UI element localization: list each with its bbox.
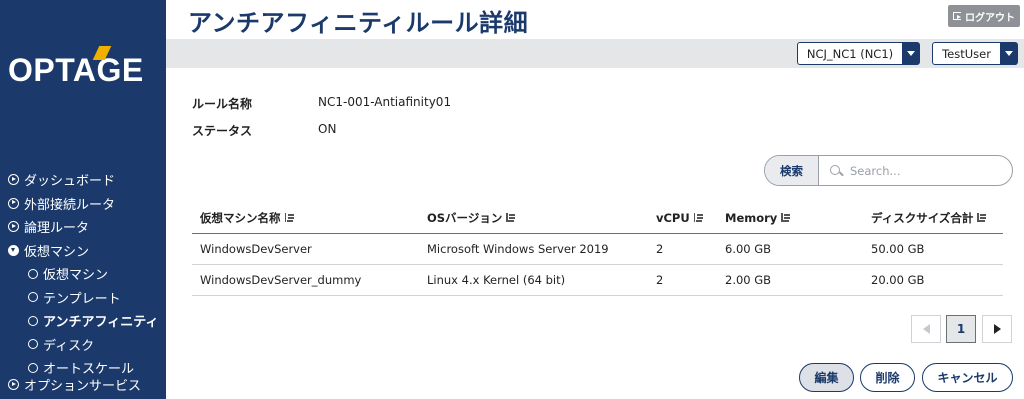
sidebar-subitem-disk[interactable]: ディスク	[8, 333, 166, 357]
table-header-row: 仮想マシン名称 OSバージョン vCPU Memory ディスクサイズ合計	[192, 202, 1003, 234]
sidebar-item-external-router[interactable]: 外部接続ルータ	[8, 192, 166, 216]
search-button[interactable]: 検索	[765, 156, 819, 185]
logout-button[interactable]: ログアウト	[948, 5, 1020, 27]
vm-table: 仮想マシン名称 OSバージョン vCPU Memory ディスクサイズ合計 Wi…	[192, 202, 1003, 296]
sidebar-item-label: 仮想マシン	[43, 268, 109, 284]
status-value: ON	[318, 122, 337, 136]
sort-icon[interactable]	[506, 213, 516, 222]
table-row[interactable]: WindowsDevServer_dummy Linux 4.x Kernel …	[192, 265, 1003, 296]
circle-bullet-icon	[28, 339, 38, 350]
sidebar: OPTAGE ダッシュボード 外部接続ルータ 論理ルータ 仮想マシン 仮想マシン…	[0, 0, 166, 399]
column-header-label: vCPU	[656, 210, 690, 225]
pagination-prev-button[interactable]	[911, 315, 941, 343]
rule-name-label: ルール名称	[192, 97, 253, 111]
column-header-label: Memory	[725, 210, 778, 225]
table-row[interactable]: WindowsDevServer Microsoft Windows Serve…	[192, 234, 1003, 265]
tenant-select-value: NCJ_NC1 (NC1)	[806, 46, 894, 61]
sidebar-item-label: 外部接続ルータ	[24, 197, 116, 213]
circle-bullet-icon	[28, 292, 38, 303]
cell-vcpu: 2	[656, 273, 664, 287]
circle-bullet-icon	[28, 315, 38, 326]
circle-arrow-icon	[8, 221, 19, 233]
top-toolbar: NCJ_NC1 (NC1) TestUser	[166, 39, 1024, 68]
column-header-os-version[interactable]: OSバージョン	[419, 210, 648, 226]
tenant-select[interactable]: NCJ_NC1 (NC1)	[797, 42, 920, 65]
sidebar-item-logical-router[interactable]: 論理ルータ	[8, 215, 166, 239]
column-header-disk-total[interactable]: ディスクサイズ合計	[863, 210, 1003, 226]
column-header-memory[interactable]: Memory	[717, 211, 863, 225]
sidebar-item-virtual-machine[interactable]: 仮想マシン	[8, 239, 166, 263]
column-header-label: 仮想マシン名称	[200, 210, 281, 225]
sidebar-item-label: 論理ルータ	[24, 221, 90, 237]
cell-os-version: Linux 4.x Kernel (64 bit)	[427, 273, 566, 287]
circle-bullet-icon	[28, 268, 38, 279]
cell-vm-name: WindowsDevServer	[200, 242, 312, 256]
circle-arrow-icon	[8, 379, 19, 391]
sidebar-item-label: ディスク	[43, 338, 95, 354]
pagination-next-button[interactable]	[982, 315, 1012, 343]
sidebar-subitem-anti-affinity[interactable]: アンチアフィニティ	[8, 309, 166, 333]
cell-disk-total: 50.00 GB	[871, 242, 925, 256]
sidebar-item-label: アンチアフィニティ	[43, 315, 159, 331]
user-select-value: TestUser	[942, 46, 991, 61]
sidebar-subitem-virtual-machine[interactable]: 仮想マシン	[8, 262, 166, 286]
cell-vm-name: WindowsDevServer_dummy	[200, 273, 362, 287]
cell-memory: 6.00 GB	[725, 242, 772, 256]
optage-logo[interactable]: OPTAGE	[8, 46, 144, 89]
cancel-button[interactable]: キャンセル	[922, 363, 1013, 392]
logout-label: ログアウト	[965, 12, 1015, 24]
logout-icon	[953, 12, 961, 20]
sidebar-item-label: 仮想マシン	[24, 244, 90, 260]
sort-icon[interactable]	[693, 213, 703, 222]
cell-os-version: Microsoft Windows Server 2019	[427, 242, 609, 256]
rule-name-value: NC1-001-Antiafinity01	[318, 95, 452, 109]
column-header-label: ディスクサイズ合計	[871, 210, 974, 225]
chevron-down-icon	[1000, 43, 1017, 64]
sidebar-item-label: ダッシュボード	[24, 174, 116, 190]
delete-button[interactable]: 削除	[860, 363, 915, 392]
edit-button[interactable]: 編集	[799, 363, 854, 392]
sidebar-item-label: オプションサービス	[24, 379, 142, 395]
sort-icon[interactable]	[977, 213, 987, 222]
search-icon	[830, 164, 842, 177]
cell-memory: 2.00 GB	[725, 273, 772, 287]
sidebar-item-option-service[interactable]: オプションサービス	[8, 373, 141, 397]
circle-bullet-icon	[28, 362, 38, 373]
circle-arrow-icon	[8, 197, 19, 209]
sidebar-item-dashboard[interactable]: ダッシュボード	[8, 168, 166, 192]
sidebar-subitem-template[interactable]: テンプレート	[8, 286, 166, 310]
search-input[interactable]	[850, 163, 1012, 178]
column-header-vcpu[interactable]: vCPU	[648, 211, 717, 225]
cell-vcpu: 2	[656, 242, 664, 256]
page-title: アンチアフィニティルール詳細	[188, 9, 529, 37]
sort-icon[interactable]	[284, 213, 294, 222]
search-bar: 検索	[764, 155, 1013, 186]
circle-arrow-icon	[8, 174, 19, 186]
column-header-vm-name[interactable]: 仮想マシン名称	[192, 210, 419, 226]
sort-icon[interactable]	[781, 213, 791, 222]
status-label: ステータス	[192, 124, 253, 138]
user-select[interactable]: TestUser	[932, 42, 1018, 65]
sidebar-nav: ダッシュボード 外部接続ルータ 論理ルータ 仮想マシン 仮想マシン テンプレート…	[8, 168, 166, 380]
column-header-label: OSバージョン	[427, 210, 503, 225]
logo-text: OPTAGE	[8, 52, 144, 88]
circle-chevron-down-icon	[8, 244, 19, 256]
chevron-down-icon	[902, 43, 919, 64]
sidebar-item-label: テンプレート	[43, 291, 121, 307]
pagination-page-current[interactable]: 1	[946, 315, 976, 343]
cell-disk-total: 20.00 GB	[871, 273, 925, 287]
